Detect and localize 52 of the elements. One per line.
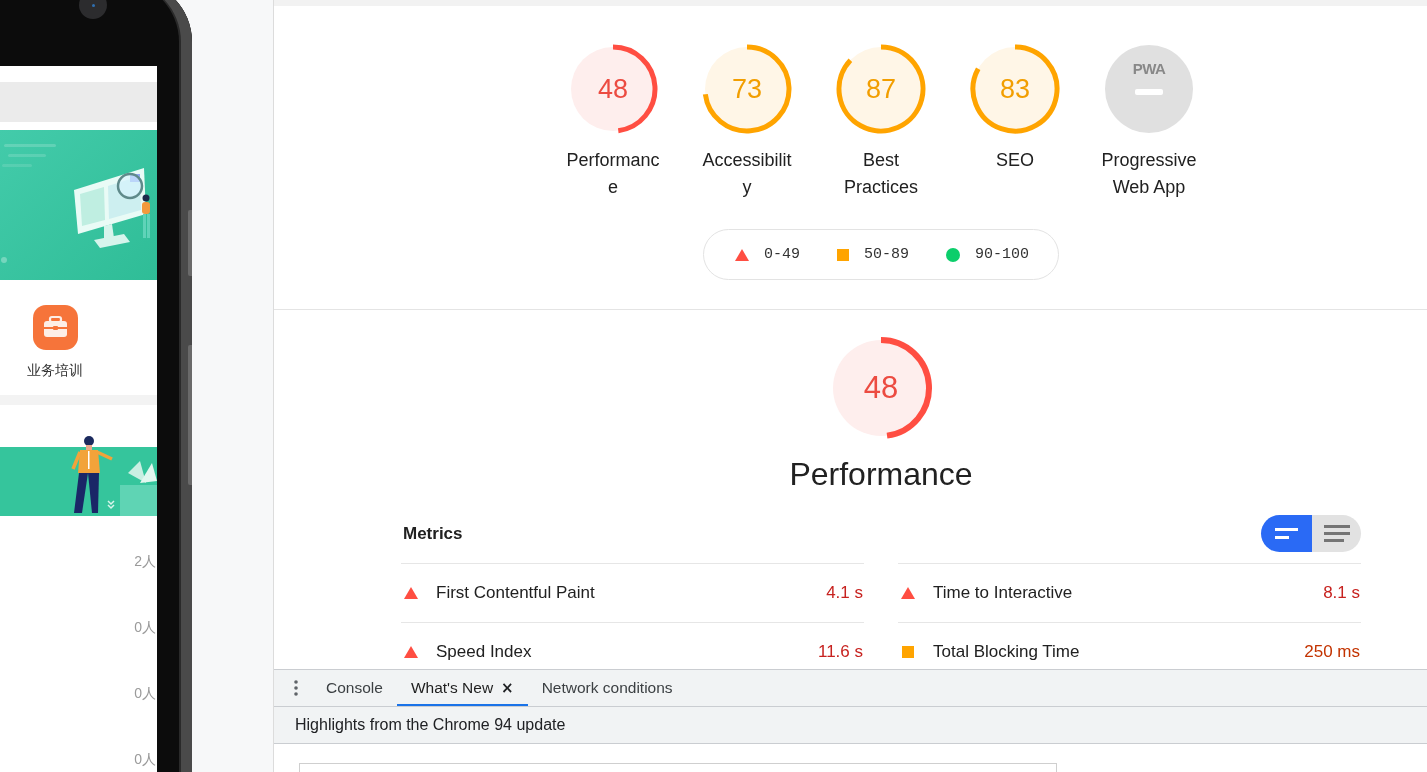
square-icon <box>902 646 914 658</box>
metric-name: Total Blocking Time <box>933 642 1080 662</box>
metric-name: Speed Index <box>436 642 532 662</box>
category-label: Accessibilit y <box>702 149 792 199</box>
score-gauge[interactable] <box>836 44 926 134</box>
score-value: 48 <box>598 74 628 104</box>
score-value: 48 <box>863 371 899 405</box>
legend-range: 0-49 <box>763 246 800 263</box>
metric-name: First Contentful Paint <box>436 583 595 603</box>
score-value: 83 <box>1000 74 1030 104</box>
triangle-icon <box>734 248 749 261</box>
score-gauge[interactable] <box>702 44 792 134</box>
triangle-icon <box>404 646 418 658</box>
category-label: Progressive Web App <box>1101 149 1197 199</box>
metric-name: Time to Interactive <box>933 583 1073 603</box>
menu-item-label[interactable]: 业务培训 <box>27 360 83 380</box>
metric-value: 8.1 s <box>1323 583 1360 603</box>
panel-heading: Highlights from the Chrome 94 update <box>295 716 566 734</box>
metric-value: 250 ms <box>1304 642 1360 662</box>
member-count: 0人 <box>134 619 156 635</box>
legend-range: 90-100 <box>975 246 1029 263</box>
dot-icon <box>946 247 960 262</box>
briefcase-icon[interactable] <box>32 305 78 350</box>
metric-value: 11.6 s <box>817 642 863 662</box>
square-icon <box>837 248 849 261</box>
list-lines-icon <box>1323 525 1350 542</box>
view-toggle-option[interactable] <box>1261 515 1312 552</box>
triangle-icon <box>404 587 418 599</box>
badge-text: PWA <box>1132 60 1166 78</box>
category-label: Performanc e <box>566 149 660 199</box>
member-count: 2人 <box>134 553 156 569</box>
score-value: 87 <box>866 74 896 104</box>
metrics-heading: Metrics <box>402 523 463 544</box>
metric-value: 4.1 s <box>826 583 863 603</box>
member-count: 0人 <box>134 685 156 701</box>
drawer-tab[interactable]: Console <box>312 670 397 706</box>
category-label: SEO <box>996 149 1034 172</box>
member-count: 0人 <box>134 751 156 767</box>
search-field[interactable] <box>0 82 157 122</box>
category-label: Best Practices <box>844 149 918 199</box>
section-title: Performance <box>789 455 973 494</box>
score-gauge[interactable] <box>568 44 658 134</box>
compact-lines-icon <box>1275 528 1298 539</box>
close-tab-button[interactable]: × <box>501 680 514 696</box>
drawer-tab[interactable]: Network conditions <box>527 670 687 706</box>
score-gauge[interactable] <box>970 44 1060 134</box>
legend-range: 50-89 <box>864 246 909 263</box>
score-value: 73 <box>732 74 762 104</box>
dash-icon <box>1135 89 1163 95</box>
triangle-icon <box>901 587 915 599</box>
drawer-tab[interactable]: What's New × <box>396 670 528 706</box>
view-toggle-option[interactable] <box>1312 515 1361 552</box>
